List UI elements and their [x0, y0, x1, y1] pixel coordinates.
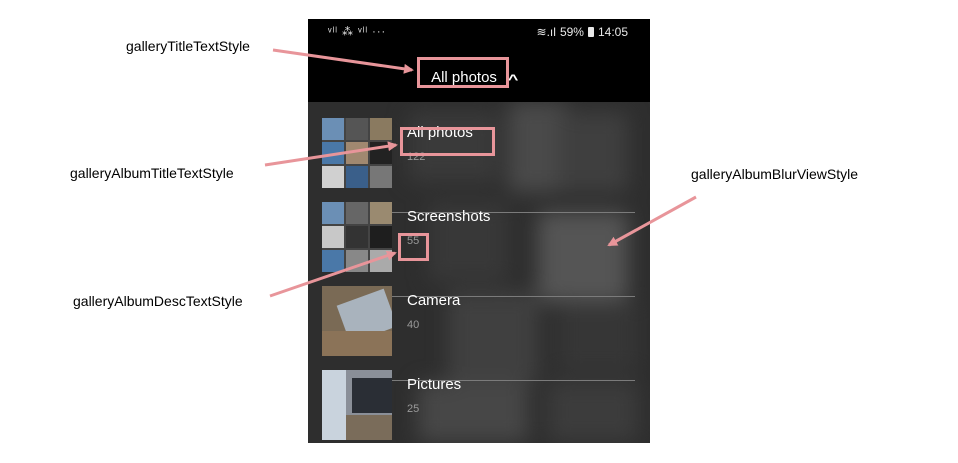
callout-arrows — [264, 48, 697, 298]
arrow-to-gallery-title — [272, 48, 414, 74]
arrow-to-blur-view — [607, 195, 697, 247]
arrow-to-album-title — [264, 141, 398, 167]
arrow-to-album-desc — [269, 250, 397, 298]
